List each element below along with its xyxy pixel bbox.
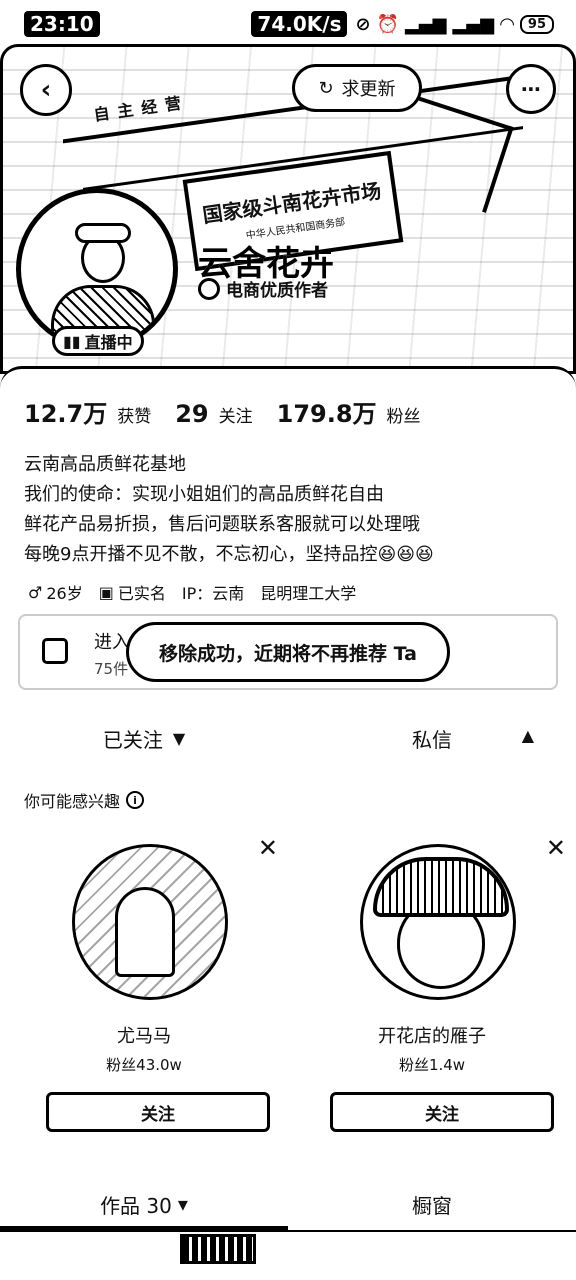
live-badge[interactable]: ▮▮ 直播中 <box>52 326 144 356</box>
following-count[interactable]: 29 <box>175 400 208 428</box>
photo-hat <box>373 857 509 917</box>
avatar-hat <box>75 223 131 243</box>
collapse-suggestions-icon[interactable]: ▲ <box>522 726 534 745</box>
profile-bio: 云南高品质鲜花基地 我们的使命：实现小姐姐们的高品质鲜花自由 鲜花产品易折损，售… <box>24 450 554 570</box>
video-thumbnail[interactable] <box>180 1234 256 1264</box>
age-tag: ♂ 26岁 <box>28 580 83 604</box>
creator-badge[interactable]: 电商优质作者 <box>198 276 328 301</box>
signal-icon-2: ▂▄▆ <box>452 13 495 35</box>
message-label: 私信 <box>412 727 452 752</box>
signal-icon: ▂▄▆ <box>405 13 447 35</box>
suggestions-title: 你可能感兴趣 <box>24 792 121 811</box>
tab-showcase-label: 橱窗 <box>412 1193 452 1218</box>
status-icons: 74.0K/s ⊘ ⏰ ▂▄▆ ▂▄▆ ◠ 95 <box>249 9 554 39</box>
followed-button[interactable]: 已关注 ▼ <box>0 716 288 760</box>
age-text: 26岁 <box>46 584 83 603</box>
followers-label: 粉丝 <box>386 407 421 427</box>
following-label: 关注 <box>218 407 253 427</box>
profile-actions: 已关注 ▼ 私信 <box>0 716 576 760</box>
status-bar: 23:10 74.0K/s ⊘ ⏰ ▂▄▆ ▂▄▆ ◠ 95 <box>0 0 576 48</box>
bag-icon <box>42 638 68 664</box>
badge-icon <box>198 277 220 300</box>
status-time: 23:10 <box>22 9 102 39</box>
wifi-icon: ◠ <box>500 13 514 35</box>
verified-text: 已实名 <box>117 584 166 603</box>
tab-showcase[interactable]: 橱窗 <box>288 1182 576 1226</box>
verified-tag: ▣ 已实名 <box>99 580 166 604</box>
close-icon[interactable]: ✕ <box>546 834 566 862</box>
suggestion-avatar[interactable] <box>72 844 228 1000</box>
bio-line-1: 云南高品质鲜花基地 <box>24 454 186 475</box>
more-button[interactable]: ⋯ <box>506 64 556 114</box>
likes-count[interactable]: 12.7万 <box>24 394 107 429</box>
back-arrow-icon: ‹ <box>40 75 52 105</box>
suggestion-card[interactable]: ✕ 开花店的雁子 粉丝1.4w 关注 <box>288 834 576 1144</box>
suggestion-fans: 粉丝1.4w <box>398 1056 466 1074</box>
id-card-icon: ▣ <box>98 582 114 602</box>
follow-button[interactable]: 关注 <box>46 1092 270 1132</box>
close-icon[interactable]: ✕ <box>258 834 278 862</box>
tab-divider <box>0 1230 576 1232</box>
request-update-label: 求更新 <box>341 79 396 100</box>
alarm-icon: ⏰ <box>376 13 399 35</box>
showcase-subtitle: 75件 <box>94 660 129 678</box>
caret-down-icon: ▾ <box>177 1192 188 1216</box>
refresh-icon: ↻ <box>318 77 334 99</box>
ip-tag: IP：云南 <box>181 584 245 603</box>
more-dots-icon: ⋯ <box>521 77 541 101</box>
notification-off-icon: ⊘ <box>355 13 371 35</box>
bio-line-2: 我们的使命：实现小姐姐们的高品质鲜花自由 <box>24 484 384 505</box>
tab-works[interactable]: 作品 30 ▾ <box>0 1182 288 1226</box>
request-update-button[interactable]: ↻ 求更新 <box>292 64 422 112</box>
suggestion-avatar[interactable] <box>360 844 516 1000</box>
bio-line-4: 每晚9点开播不见不散，不忘初心，坚持品控😆😆😆 <box>24 544 434 565</box>
live-label: 直播中 <box>84 333 133 352</box>
school-tag[interactable]: 昆明理工大学 <box>260 580 356 604</box>
profile-tags: ♂ 26岁 ▣ 已实名 IP：云南 昆明理工大学 <box>28 580 356 604</box>
profile-stats: 12.7万 获赞 29 关注 179.8万 粉丝 <box>24 394 435 429</box>
likes-label: 获赞 <box>117 407 152 427</box>
tab-works-label: 作品 30 <box>100 1193 172 1218</box>
info-icon[interactable]: i <box>126 791 145 809</box>
network-speed: 74.0K/s <box>249 9 350 39</box>
suggestions-header: 你可能感兴趣 i <box>24 788 145 812</box>
caret-down-icon: ▼ <box>172 728 186 748</box>
followers-count[interactable]: 179.8万 <box>277 394 377 429</box>
suggestion-name: 开花店的雁子 <box>378 1026 486 1047</box>
bio-line-3: 鲜花产品易折损，售后问题联系客服就可以处理哦 <box>24 514 420 535</box>
battery-indicator: 95 <box>519 14 554 34</box>
content-tabs: 作品 30 ▾ 橱窗 <box>0 1182 576 1226</box>
photo-figure <box>115 887 175 977</box>
suggestion-name: 尤马马 <box>117 1026 171 1047</box>
creator-badge-label: 电商优质作者 <box>226 281 328 301</box>
suggestion-card[interactable]: ✕ 尤马马 粉丝43.0w 关注 <box>0 834 288 1144</box>
followed-label: 已关注 <box>102 727 163 752</box>
male-icon: ♂ <box>28 582 43 602</box>
live-bars-icon: ▮▮ <box>63 331 81 351</box>
removal-toast: 移除成功，近期将不再推荐 Ta <box>126 622 450 682</box>
back-button[interactable]: ‹ <box>20 64 72 116</box>
follow-button[interactable]: 关注 <box>330 1092 554 1132</box>
suggestion-fans: 粉丝43.0w <box>106 1056 182 1074</box>
